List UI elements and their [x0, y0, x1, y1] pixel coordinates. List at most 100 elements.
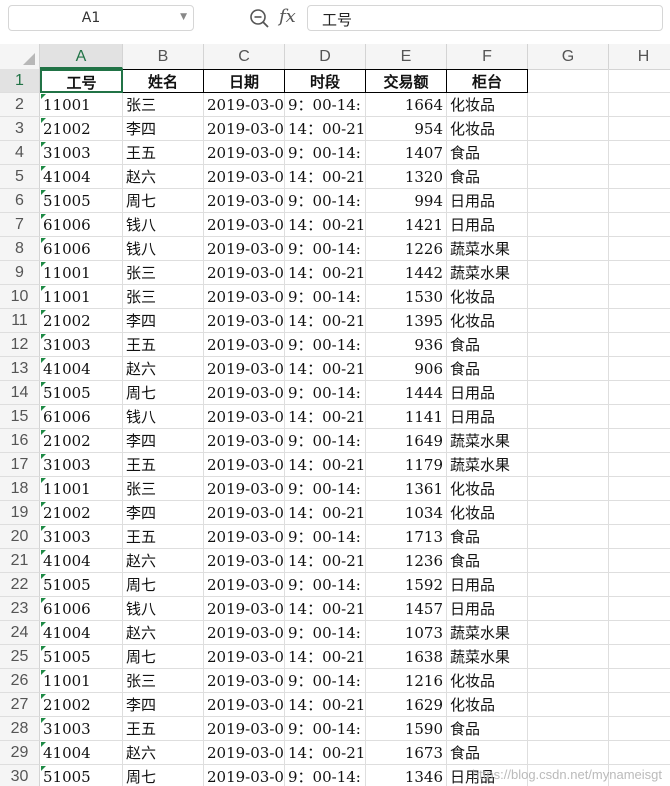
cell-f17[interactable]: 蔬菜水果	[447, 453, 528, 477]
column-header-a[interactable]: A	[40, 44, 123, 69]
cell-g22[interactable]	[528, 573, 609, 597]
row-number[interactable]: 23	[0, 597, 40, 621]
cell-e18[interactable]: 1361	[366, 477, 447, 501]
cell-c9[interactable]: 2019-03-0	[204, 261, 285, 285]
cell-g10[interactable]	[528, 285, 609, 309]
cell-d10[interactable]: 9：00-14:	[285, 285, 366, 309]
column-header-c[interactable]: C	[204, 44, 285, 69]
cell-c26[interactable]: 2019-03-0	[204, 669, 285, 693]
cell-d29[interactable]: 14：00-21	[285, 741, 366, 765]
cell-a20[interactable]: 31003	[40, 525, 123, 549]
cell-e25[interactable]: 1638	[366, 645, 447, 669]
cell-g11[interactable]	[528, 309, 609, 333]
column-header-b[interactable]: B	[123, 44, 204, 69]
cell-d7[interactable]: 14：00-21	[285, 213, 366, 237]
cell-g9[interactable]	[528, 261, 609, 285]
cell-e12[interactable]: 936	[366, 333, 447, 357]
cell-g13[interactable]	[528, 357, 609, 381]
cell-h26[interactable]	[609, 669, 670, 693]
row-number[interactable]: 26	[0, 669, 40, 693]
row-number[interactable]: 27	[0, 693, 40, 717]
cell-g18[interactable]	[528, 477, 609, 501]
cell-d2[interactable]: 9：00-14:	[285, 93, 366, 117]
cell-a15[interactable]: 61006	[40, 405, 123, 429]
cell-a18[interactable]: 11001	[40, 477, 123, 501]
cell-g20[interactable]	[528, 525, 609, 549]
row-number[interactable]: 20	[0, 525, 40, 549]
cell-d20[interactable]: 9：00-14:	[285, 525, 366, 549]
cell-e10[interactable]: 1530	[366, 285, 447, 309]
cell-c13[interactable]: 2019-03-0	[204, 357, 285, 381]
cell-f20[interactable]: 食品	[447, 525, 528, 549]
cell-e8[interactable]: 1226	[366, 237, 447, 261]
name-box[interactable]: A1 ▼	[8, 5, 194, 31]
cell-d18[interactable]: 9：00-14:	[285, 477, 366, 501]
cell-f13[interactable]: 食品	[447, 357, 528, 381]
cell-f1[interactable]: 柜台	[447, 69, 528, 93]
cell-b8[interactable]: 钱八	[123, 237, 204, 261]
row-number[interactable]: 14	[0, 381, 40, 405]
cell-h13[interactable]	[609, 357, 670, 381]
cell-c20[interactable]: 2019-03-0	[204, 525, 285, 549]
cell-d28[interactable]: 9：00-14:	[285, 717, 366, 741]
cell-d13[interactable]: 14：00-21	[285, 357, 366, 381]
cell-e7[interactable]: 1421	[366, 213, 447, 237]
cell-g25[interactable]	[528, 645, 609, 669]
cell-g8[interactable]	[528, 237, 609, 261]
cell-d22[interactable]: 9：00-14:	[285, 573, 366, 597]
cell-h3[interactable]	[609, 117, 670, 141]
cell-g4[interactable]	[528, 141, 609, 165]
cell-b6[interactable]: 周七	[123, 189, 204, 213]
cell-f24[interactable]: 蔬菜水果	[447, 621, 528, 645]
row-number[interactable]: 2	[0, 93, 40, 117]
row-number[interactable]: 12	[0, 333, 40, 357]
cell-c19[interactable]: 2019-03-0	[204, 501, 285, 525]
cell-h20[interactable]	[609, 525, 670, 549]
cell-c15[interactable]: 2019-03-0	[204, 405, 285, 429]
cell-g2[interactable]	[528, 93, 609, 117]
cell-f6[interactable]: 日用品	[447, 189, 528, 213]
cell-f9[interactable]: 蔬菜水果	[447, 261, 528, 285]
cell-a12[interactable]: 31003	[40, 333, 123, 357]
cell-a21[interactable]: 41004	[40, 549, 123, 573]
chevron-down-icon[interactable]: ▼	[180, 12, 187, 22]
cell-a6[interactable]: 51005	[40, 189, 123, 213]
row-number[interactable]: 29	[0, 741, 40, 765]
row-number[interactable]: 4	[0, 141, 40, 165]
row-number[interactable]: 30	[0, 765, 40, 786]
cell-a2[interactable]: 11001	[40, 93, 123, 117]
cell-a16[interactable]: 21002	[40, 429, 123, 453]
cell-h16[interactable]	[609, 429, 670, 453]
cell-b18[interactable]: 张三	[123, 477, 204, 501]
cell-c5[interactable]: 2019-03-0	[204, 165, 285, 189]
cell-e16[interactable]: 1649	[366, 429, 447, 453]
cell-a13[interactable]: 41004	[40, 357, 123, 381]
cell-e21[interactable]: 1236	[366, 549, 447, 573]
row-number[interactable]: 24	[0, 621, 40, 645]
cell-g16[interactable]	[528, 429, 609, 453]
cell-e29[interactable]: 1673	[366, 741, 447, 765]
cell-h17[interactable]	[609, 453, 670, 477]
cell-a29[interactable]: 41004	[40, 741, 123, 765]
cell-e28[interactable]: 1590	[366, 717, 447, 741]
cell-d26[interactable]: 9：00-14:	[285, 669, 366, 693]
cell-f10[interactable]: 化妆品	[447, 285, 528, 309]
cell-a5[interactable]: 41004	[40, 165, 123, 189]
fx-icon[interactable]: fx	[279, 6, 296, 27]
cell-g7[interactable]	[528, 213, 609, 237]
cell-g15[interactable]	[528, 405, 609, 429]
cell-h14[interactable]	[609, 381, 670, 405]
cell-d23[interactable]: 14：00-21	[285, 597, 366, 621]
row-number[interactable]: 3	[0, 117, 40, 141]
cell-c21[interactable]: 2019-03-0	[204, 549, 285, 573]
cell-a8[interactable]: 61006	[40, 237, 123, 261]
cell-e9[interactable]: 1442	[366, 261, 447, 285]
cell-b19[interactable]: 李四	[123, 501, 204, 525]
cell-h19[interactable]	[609, 501, 670, 525]
cell-d24[interactable]: 9：00-14:	[285, 621, 366, 645]
cell-g17[interactable]	[528, 453, 609, 477]
cell-d16[interactable]: 9：00-14:	[285, 429, 366, 453]
cell-a19[interactable]: 21002	[40, 501, 123, 525]
cell-b12[interactable]: 王五	[123, 333, 204, 357]
cell-b15[interactable]: 钱八	[123, 405, 204, 429]
